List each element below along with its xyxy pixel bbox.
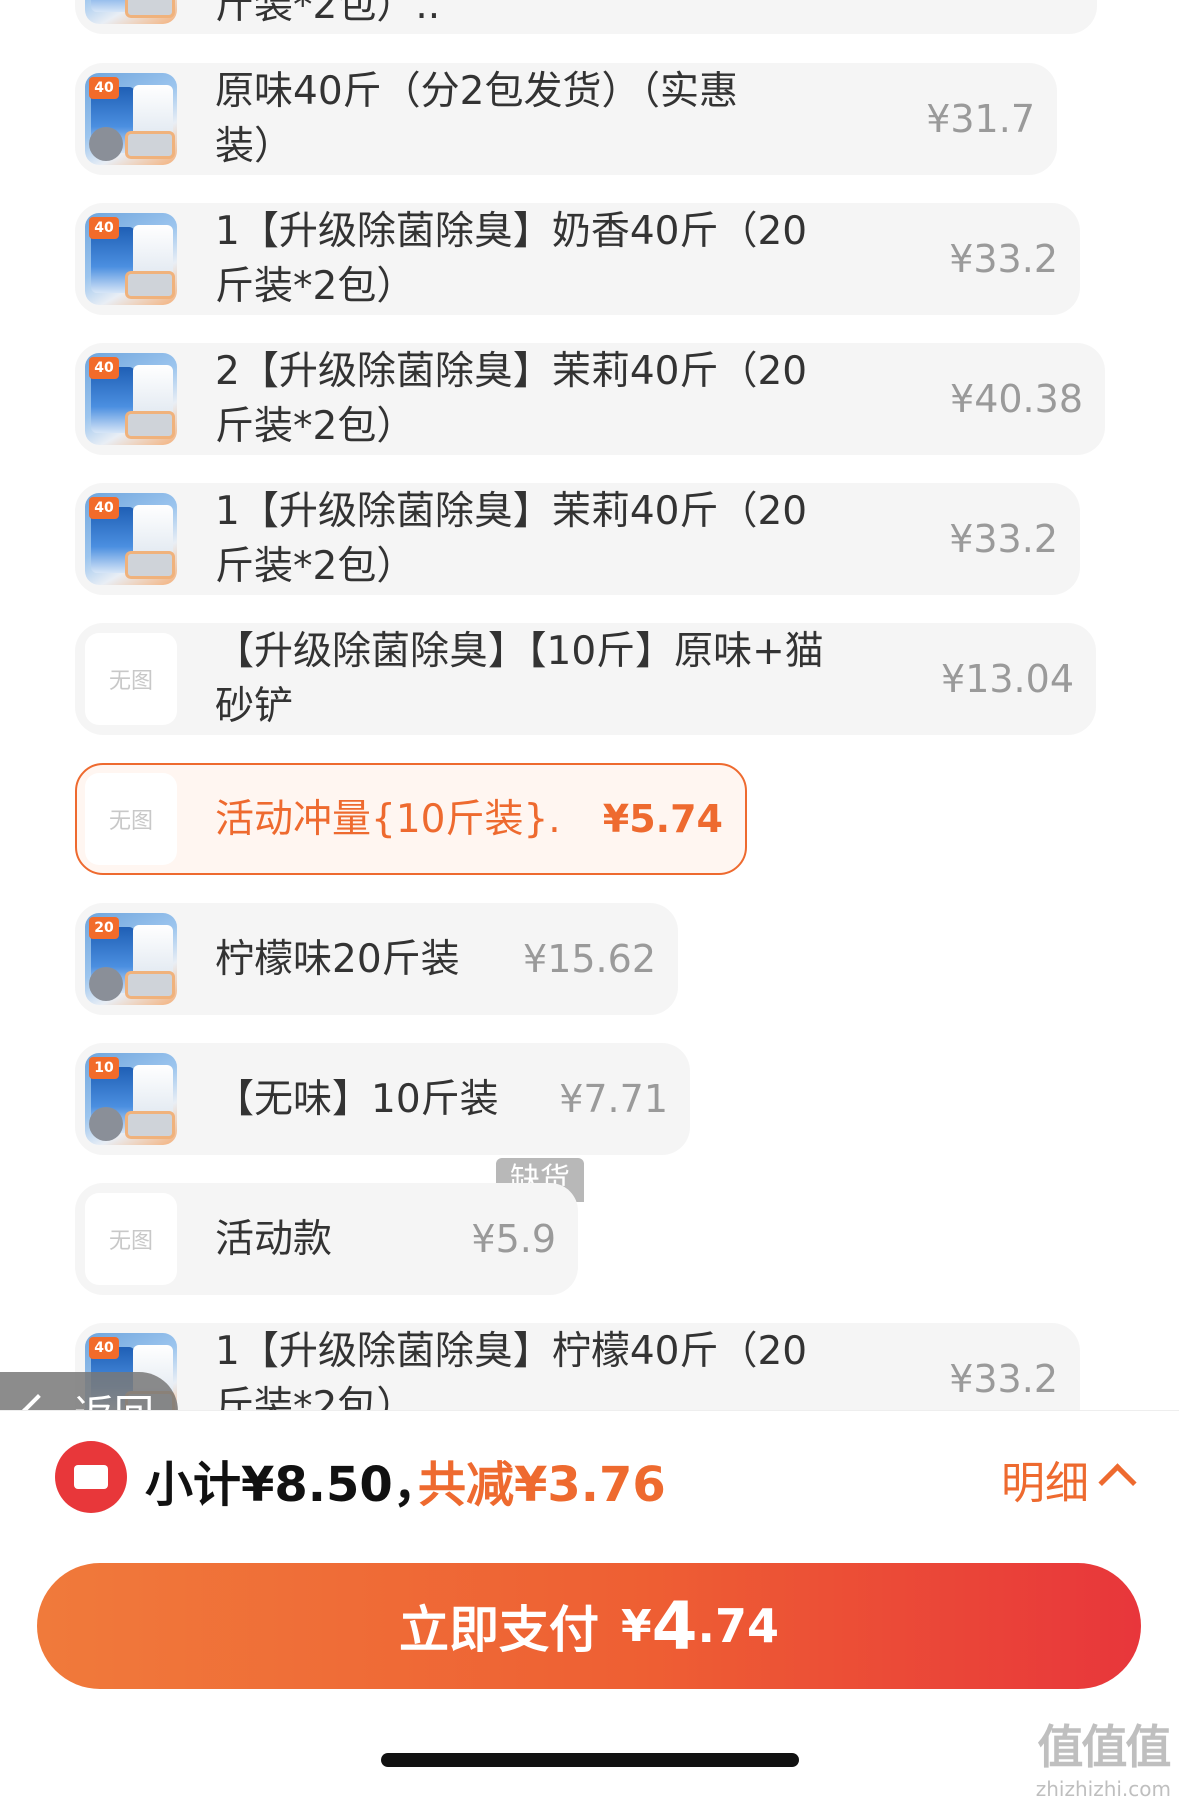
product-thumbnail: 20 xyxy=(85,913,177,1005)
no-image-placeholder: 无图 xyxy=(85,1193,177,1285)
sku-price: ¥33.2 xyxy=(949,517,1058,561)
sku-price: ¥15.62 xyxy=(523,937,656,981)
sku-price: ¥33.2 xyxy=(949,237,1058,281)
sku-option[interactable]: 40 1【升级除菌除臭】茉莉40斤（20 斤装*2包） ¥33.2 xyxy=(75,483,1080,595)
pay-now-button[interactable]: 立即支付 ¥ 4 .74 xyxy=(37,1563,1141,1689)
sku-option[interactable]: 10 【无味】10斤装 ¥7.71 xyxy=(75,1043,690,1155)
pay-amount-integer: 4 xyxy=(651,1587,698,1665)
sku-name: 【升级除菌除臭】【10斤】原味+猫 砂铲 xyxy=(215,629,824,729)
sku-option[interactable]: 无图 【升级除菌除臭】【10斤】原味+猫 砂铲 ¥13.04 xyxy=(75,623,1096,735)
pay-amount-decimal: .74 xyxy=(697,1599,780,1653)
no-image-placeholder: 无图 xyxy=(85,773,177,865)
sku-name: 【无味】10斤装 xyxy=(215,1077,499,1122)
coupon-icon xyxy=(55,1441,127,1513)
subtotal-text: 小计¥8.50， xyxy=(145,1457,441,1513)
sku-price: ¥5.74 xyxy=(602,797,723,841)
sku-option[interactable]: 20 柠檬味20斤装 ¥15.62 xyxy=(75,903,678,1015)
pay-label: 立即支付 xyxy=(398,1601,599,1659)
detail-toggle[interactable]: 明细 xyxy=(1001,1447,1089,1511)
sku-option[interactable]: 40 1【升级除菌除臭】柠檬40斤（20 斤装*2包） ¥33.2 xyxy=(75,1323,1080,1410)
sku-option-disabled: 无图 活动款 ¥5.9 xyxy=(75,1183,578,1295)
chevron-up-icon[interactable] xyxy=(1098,1463,1137,1502)
product-thumbnail: 40 xyxy=(85,493,177,585)
watermark-url: zhizhizhi.com xyxy=(1035,1777,1171,1801)
sku-price: ¥5.9 xyxy=(471,1217,556,1261)
sku-price: ¥7.71 xyxy=(559,1077,668,1121)
no-image-placeholder: 无图 xyxy=(85,633,177,725)
sku-name: 2【升级除菌除臭】茉莉40斤（20 斤装*2包） xyxy=(215,349,808,449)
sku-name: 原味40斤（分2包发货）（实惠 装） xyxy=(215,69,738,169)
product-thumbnail: 10 xyxy=(85,1053,177,1145)
pay-currency: ¥ xyxy=(620,1600,652,1652)
sku-list: 斤装*2包）.. 40 原味40斤（分2包发货）（实惠 装） ¥31.7 40 … xyxy=(18,0,1161,1410)
product-thumbnail xyxy=(85,0,177,24)
sku-name: 1【升级除菌除臭】茉莉40斤（20 斤装*2包） xyxy=(215,489,808,589)
sku-name: 1【升级除菌除臭】柠檬40斤（20 斤装*2包） xyxy=(215,1329,808,1410)
home-indicator[interactable] xyxy=(381,1753,799,1767)
product-thumbnail: 40 xyxy=(85,353,177,445)
sku-name: 活动冲量{10斤装}. xyxy=(215,797,561,842)
sku-price: ¥13.04 xyxy=(941,657,1074,701)
sku-option[interactable]: 40 1【升级除菌除臭】奶香40斤（20 斤装*2包） ¥33.2 xyxy=(75,203,1080,315)
product-thumbnail: 40 xyxy=(85,73,177,165)
sku-price: ¥40.38 xyxy=(950,377,1083,421)
sku-option[interactable]: 斤装*2包）.. xyxy=(75,0,1097,34)
sku-option[interactable]: 40 原味40斤（分2包发货）（实惠 装） ¥31.7 xyxy=(75,63,1057,175)
watermark: 值值值 zhizhizhi.com xyxy=(1035,1711,1172,1801)
sku-name: 斤装*2包）.. xyxy=(215,0,441,28)
sku-name: 1【升级除菌除臭】奶香40斤（20 斤装*2包） xyxy=(215,209,808,309)
sku-option[interactable]: 40 2【升级除菌除臭】茉莉40斤（20 斤装*2包） ¥40.38 xyxy=(75,343,1105,455)
sku-option-selected[interactable]: 无图 活动冲量{10斤装}. ¥5.74 xyxy=(75,763,747,875)
discount-text: 共减¥3.76 xyxy=(418,1457,666,1513)
watermark-logo: 值值值 xyxy=(1037,1720,1171,1774)
sku-price: ¥33.2 xyxy=(949,1357,1058,1401)
checkout-footer: 小计¥8.50， 共减¥3.76 明细 立即支付 ¥ 4 .74 值值值 zhi… xyxy=(0,1410,1179,1801)
sku-name: 活动款 xyxy=(215,1217,333,1262)
product-thumbnail: 40 xyxy=(85,213,177,305)
sku-price: ¥31.7 xyxy=(926,97,1035,141)
sku-name: 柠檬味20斤装 xyxy=(215,937,460,982)
